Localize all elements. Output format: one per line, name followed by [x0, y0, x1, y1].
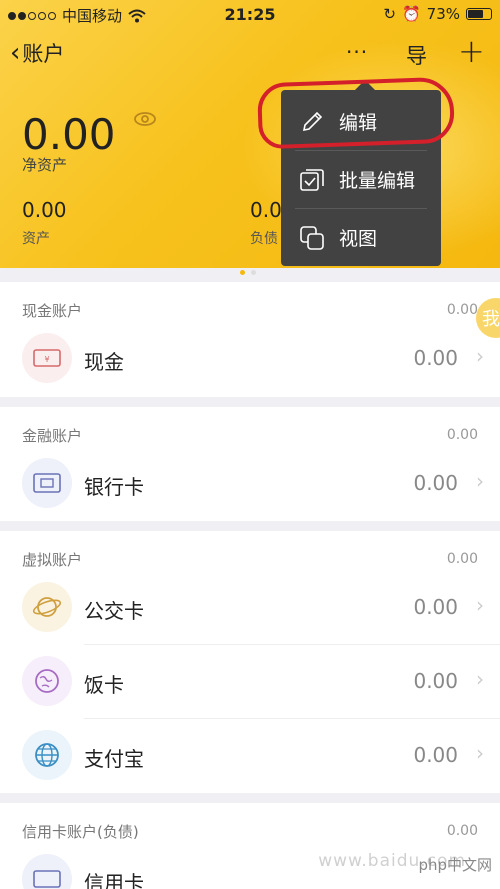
account-name: 饭卡 — [84, 673, 124, 697]
menu-item-label: 视图 — [339, 228, 378, 250]
section-finance: 金融账户 0.00 银行卡 0.00 › — [0, 407, 500, 521]
account-name: 银行卡 — [84, 475, 144, 499]
back-button[interactable]: ‹ 账户 — [10, 38, 64, 68]
account-name: 现金 — [84, 350, 124, 374]
section-cash: 现金账户 0.00 ¥ 现金 0.00 › — [0, 282, 500, 397]
add-button[interactable]: + — [458, 32, 485, 70]
red-highlight-annotation — [256, 76, 456, 150]
chevron-right-icon: › — [476, 741, 484, 765]
account-row-alipay[interactable]: 支付宝 0.00 › — [0, 719, 500, 793]
import-button[interactable]: 导 — [406, 40, 427, 70]
menu-item-view[interactable]: 视图 — [281, 208, 441, 266]
debt-value: 0.0 — [250, 198, 282, 222]
cash-icon: ¥ — [22, 333, 72, 383]
section-title: 信用卡账户(负债) — [22, 823, 139, 841]
account-row-bus-card[interactable]: 公交卡 0.00 › — [0, 571, 500, 645]
section-title: 金融账户 — [22, 427, 83, 445]
alipay-icon — [22, 730, 72, 780]
batch-edit-icon — [300, 169, 324, 191]
account-row-cash[interactable]: ¥ 现金 0.00 › — [0, 322, 500, 396]
chevron-right-icon: › — [476, 469, 484, 493]
account-row-meal-card[interactable]: 饭卡 0.00 › — [0, 645, 500, 719]
section-total: 0.00 — [446, 302, 478, 318]
view-icon — [300, 226, 324, 250]
assets-value: 0.00 — [22, 198, 67, 222]
battery-icon — [466, 8, 492, 20]
battery-percent: 73% — [426, 5, 460, 23]
svg-text:¥: ¥ — [44, 355, 49, 364]
menu-item-batch-edit[interactable]: 批量编辑 — [281, 150, 441, 208]
section-total: 0.00 — [446, 551, 478, 567]
chevron-right-icon: › — [476, 344, 484, 368]
debt-label: 负债 — [250, 231, 278, 247]
account-amount: 0.00 — [413, 669, 458, 693]
bus-card-icon — [22, 582, 72, 632]
account-name: 公交卡 — [84, 599, 144, 623]
section-virtual: 虚拟账户 0.00 公交卡 0.00 › 饭卡 0.00 › 支付宝 0.00 … — [0, 531, 500, 793]
account-amount: 0.00 — [413, 471, 458, 495]
account-amount: 0.00 — [413, 595, 458, 619]
section-total: 0.00 — [446, 823, 478, 839]
chevron-left-icon: ‹ — [10, 38, 21, 68]
chevron-right-icon: › — [476, 593, 484, 617]
net-assets-label: 净资产 — [22, 156, 68, 174]
more-button[interactable]: ··· — [346, 40, 368, 64]
credit-card-icon — [22, 854, 72, 889]
status-bar: 中国移动 21:25 ↻ ⏰ 73% — [0, 0, 500, 30]
meal-card-icon — [22, 656, 72, 706]
section-title: 虚拟账户 — [22, 551, 83, 569]
section-credit: 信用卡账户(负债) 0.00 信用卡 — [0, 803, 500, 889]
menu-item-label: 批量编辑 — [339, 170, 416, 192]
back-label: 账户 — [22, 42, 65, 66]
assets-label: 资产 — [22, 231, 50, 247]
account-name: 支付宝 — [84, 747, 144, 771]
section-title: 现金账户 — [22, 302, 83, 320]
account-row-bank-card[interactable]: 银行卡 0.00 › — [0, 447, 500, 521]
page-indicator — [240, 270, 256, 275]
chevron-right-icon: › — [476, 667, 484, 691]
account-name: 信用卡 — [84, 871, 144, 889]
account-amount: 0.00 — [413, 743, 458, 767]
watermark-logo: php中文网 — [418, 856, 492, 874]
account-amount: 0.00 — [413, 346, 458, 370]
bank-card-icon — [22, 458, 72, 508]
rotation-lock-icon: ↻ — [383, 5, 396, 23]
eye-icon[interactable] — [133, 111, 157, 127]
alarm-icon: ⏰ — [401, 5, 421, 23]
net-assets-value: 0.00 — [22, 110, 116, 159]
section-total: 0.00 — [446, 427, 478, 443]
nav-bar: ‹ 账户 ··· 导 + — [0, 32, 500, 72]
